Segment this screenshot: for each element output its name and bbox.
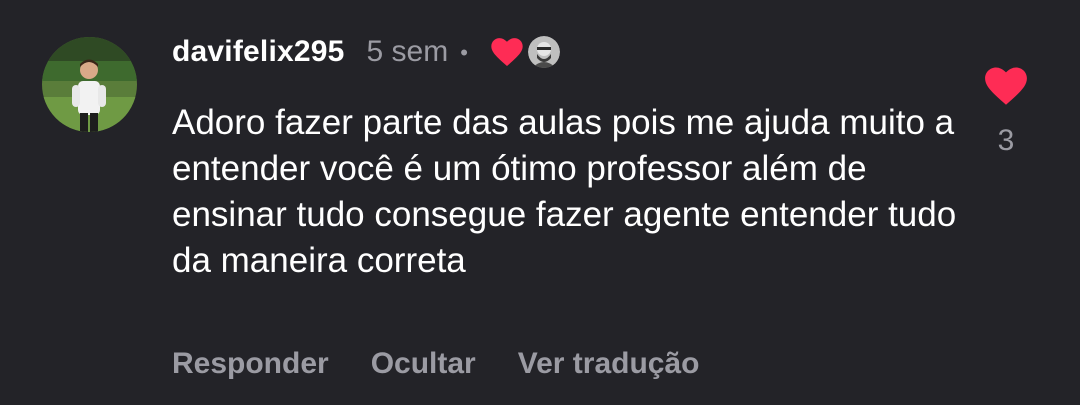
translate-button[interactable]: Ver tradução xyxy=(518,347,700,381)
like-count: 3 xyxy=(997,124,1015,157)
separator-dot: • xyxy=(460,40,468,65)
avatar-photo xyxy=(42,37,137,132)
like-control: 3 xyxy=(980,66,1032,158)
comment-actions: Responder Ocultar Ver tradução xyxy=(172,347,741,381)
user-avatar[interactable] xyxy=(42,37,137,132)
creator-avatar xyxy=(527,36,560,68)
hide-button[interactable]: Ocultar xyxy=(371,347,476,381)
like-heart-icon[interactable] xyxy=(984,66,1028,106)
creator-liked-heart-icon xyxy=(490,37,524,67)
reply-button[interactable]: Responder xyxy=(172,347,329,381)
comment-timestamp: 5 sem xyxy=(366,35,449,68)
username[interactable]: davifelix295 xyxy=(172,35,345,69)
comment-text: Adoro fazer parte das aulas pois me ajud… xyxy=(172,103,957,280)
comment-item: davifelix295 5 sem • Adoro fazer parte d… xyxy=(0,0,1080,405)
comment-header: davifelix295 5 sem • xyxy=(172,30,560,74)
